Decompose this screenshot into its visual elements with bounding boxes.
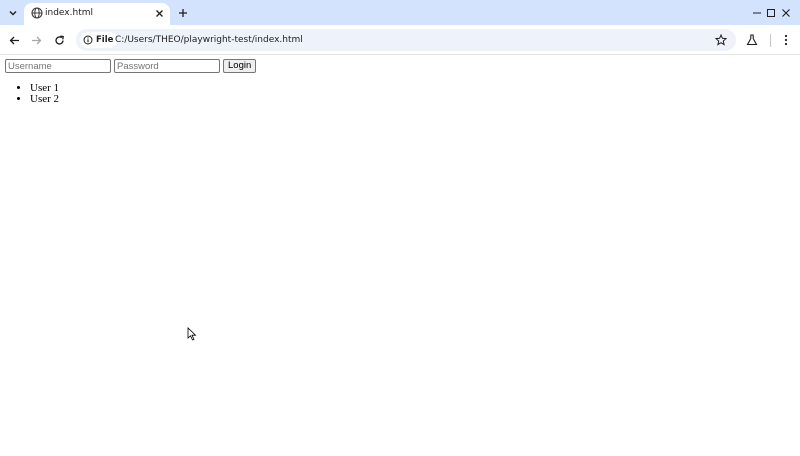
login-form: Login <box>5 59 257 73</box>
site-chip-label: File <box>96 35 114 45</box>
info-icon <box>83 35 93 45</box>
password-input[interactable] <box>114 59 220 73</box>
reload-icon <box>54 35 64 45</box>
reload-button[interactable] <box>50 31 68 49</box>
tab-search-button[interactable] <box>3 3 22 22</box>
user-list: User 1 User 2 <box>30 83 59 105</box>
plus-icon <box>179 9 187 17</box>
kebab-menu-icon <box>784 34 788 46</box>
close-window-button[interactable] <box>771 0 800 25</box>
username-input[interactable] <box>5 59 111 73</box>
tab-close-button[interactable] <box>152 6 166 20</box>
address-bar[interactable]: File C:/Users/THEO/playwright-test/index… <box>76 29 736 51</box>
bookmark-button[interactable] <box>714 33 728 47</box>
labs-button[interactable] <box>743 31 761 49</box>
tab-strip: index.html <box>0 0 800 25</box>
new-tab-button[interactable] <box>175 5 191 21</box>
close-icon <box>155 9 163 17</box>
site-info-chip[interactable]: File <box>80 32 118 48</box>
page-content: Login User 1 User 2 <box>0 56 800 456</box>
forward-button[interactable] <box>27 31 45 49</box>
toolbar-separator <box>770 34 771 47</box>
tab-active[interactable]: index.html <box>24 3 170 25</box>
tab-title: index.html <box>45 8 93 18</box>
flask-icon <box>746 34 758 46</box>
list-item: User 2 <box>30 94 59 105</box>
arrow-left-icon <box>9 36 19 44</box>
url-text[interactable]: C:/Users/THEO/playwright-test/index.html <box>115 34 303 46</box>
mouse-pointer-icon <box>187 327 197 341</box>
close-icon <box>782 8 790 17</box>
menu-button[interactable] <box>777 31 795 49</box>
globe-icon <box>31 7 43 19</box>
back-button[interactable] <box>5 31 23 49</box>
star-icon <box>715 34 727 46</box>
login-button[interactable]: Login <box>223 59 257 73</box>
arrow-right-icon <box>31 36 41 44</box>
chevron-down-icon <box>9 10 16 15</box>
browser-toolbar: File C:/Users/THEO/playwright-test/index… <box>0 25 800 55</box>
